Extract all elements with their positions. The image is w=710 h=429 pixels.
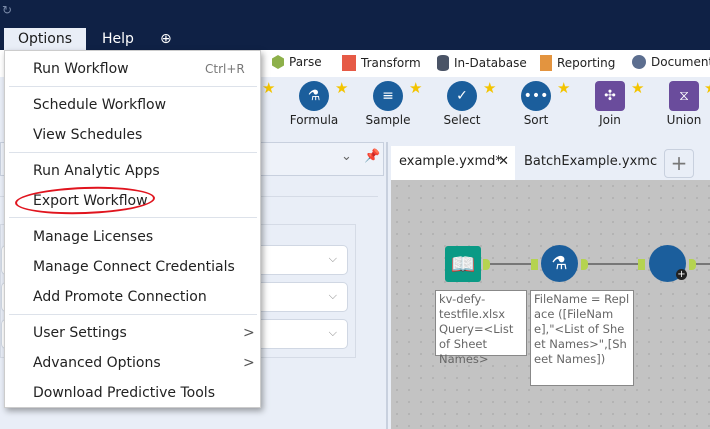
menu-item-label: Manage Licenses (33, 229, 154, 245)
tool-label: Sort (523, 113, 549, 127)
globe-icon[interactable]: ⊕ (146, 28, 186, 50)
category-label: Reporting (557, 56, 616, 70)
tab-label: example.yxmd* (399, 154, 502, 169)
tool-label: Sample (365, 113, 411, 127)
menu-item-label: Add Promote Connection (33, 289, 207, 305)
input-anchor[interactable] (638, 259, 645, 270)
menu-item-label: Download Predictive Tools (33, 385, 215, 401)
tab-batchexample[interactable]: BatchExample.yxmc✕ (516, 146, 658, 201)
star-icon: ★ (557, 79, 571, 97)
chevron-down-icon: ⌵ (328, 326, 337, 339)
menu-item-download-predictive-tools[interactable]: Download Predictive Tools (33, 385, 215, 401)
divider (9, 152, 257, 153)
output-anchor[interactable] (483, 259, 490, 270)
menu-help[interactable]: Help (88, 28, 148, 50)
parse-icon (272, 55, 284, 69)
menu-item-manage-connect-credentials[interactable]: Manage Connect Credentials (33, 259, 235, 275)
connection (588, 263, 638, 265)
menu-item-run-workflow[interactable]: Run Workflow Ctrl+R (33, 61, 245, 77)
divider (9, 86, 257, 87)
connection (490, 263, 531, 265)
menu-item-advanced-options[interactable]: Advanced Options > (33, 355, 255, 371)
menu-item-user-settings[interactable]: User Settings > (33, 325, 255, 341)
divider (9, 217, 257, 218)
formula-annotation: FileName = Replace ([FileName],"<List of… (530, 290, 634, 386)
sort-icon: ••• (521, 81, 551, 111)
menu-item-label: Run Workflow (33, 61, 129, 77)
menu-item-manage-licenses[interactable]: Manage Licenses (33, 229, 153, 245)
tool-label: Select (443, 113, 481, 127)
chevron-down-icon[interactable]: ⌄ (341, 149, 352, 164)
input-data-tool[interactable]: 📖 (445, 246, 481, 282)
star-icon: ★ (335, 79, 349, 97)
connection (696, 263, 710, 265)
tool-union[interactable]: ⧖ Union (654, 81, 710, 127)
star-icon: ★ (262, 79, 276, 97)
star-icon: ★ (631, 79, 645, 97)
star-icon: ★ (483, 79, 497, 97)
star-icon: ★ (409, 79, 423, 97)
transform-icon (342, 55, 356, 71)
menu-label: Options (18, 31, 73, 47)
tab-label: BatchExample.yxmc (524, 154, 658, 169)
input-anchor[interactable] (531, 259, 538, 270)
reporting-icon (540, 55, 552, 71)
menu-item-add-promote-connection[interactable]: Add Promote Connection (33, 289, 207, 305)
category-transform[interactable]: Transform (342, 55, 421, 71)
menu-item-schedule-workflow[interactable]: Schedule Workflow (33, 97, 166, 113)
menu-item-run-analytic-apps[interactable]: Run Analytic Apps (33, 163, 160, 179)
input-annotation: kv-defy-testfile.xlsx Query=<List of She… (435, 290, 527, 366)
menu-item-label: User Settings (33, 325, 127, 341)
tool-label: Union (666, 113, 702, 127)
submenu-arrow-icon: > (243, 355, 255, 371)
pin-icon[interactable]: 📌 (364, 149, 380, 164)
category-documentation[interactable]: Documenta (632, 55, 710, 69)
sample-icon: ≡ (373, 81, 403, 111)
documentation-icon (632, 55, 646, 69)
select-icon: ✓ (447, 81, 477, 111)
formula-tool[interactable]: ⚗ (541, 245, 578, 282)
category-label: In-Database (454, 56, 527, 70)
menu-label: Help (102, 31, 134, 47)
divider (9, 314, 257, 315)
close-icon[interactable]: ✕ (498, 146, 509, 178)
title-bar: ↻ (0, 0, 710, 28)
category-label: Transform (361, 56, 421, 70)
shortcut-label: Ctrl+R (205, 62, 245, 76)
menu-item-label: Schedule Workflow (33, 97, 167, 113)
workflow-canvas[interactable]: 📖 ⚗ + kv-defy-testfile.xlsx Query=<List … (391, 180, 710, 429)
category-label: Documenta (651, 55, 710, 69)
options-dropdown-menu: Run Workflow Ctrl+R Schedule Workflow Vie… (4, 50, 261, 408)
menu-item-view-schedules[interactable]: View Schedules (33, 127, 142, 143)
star-icon: ★ (704, 79, 710, 97)
tool-label: Join (599, 113, 621, 127)
tool-label: Formula (289, 113, 339, 127)
tab-example[interactable]: example.yxmd* ✕ (391, 146, 515, 180)
output-anchor[interactable] (581, 259, 588, 270)
chevron-down-icon: ⌵ (328, 252, 337, 265)
add-tab-button[interactable]: + (664, 149, 694, 178)
category-in-database[interactable]: In-Database (437, 55, 527, 71)
category-label: Parse (289, 55, 322, 69)
menu-item-label: Advanced Options (33, 355, 161, 371)
menu-item-label: View Schedules (33, 127, 143, 143)
menu-bar: Options Help ⊕ (0, 28, 710, 52)
menu-item-label: Run Analytic Apps (33, 163, 160, 179)
refresh-icon[interactable]: ↻ (2, 3, 12, 17)
category-parse[interactable]: Parse (272, 55, 322, 69)
menu-options[interactable]: Options (4, 28, 87, 52)
join-icon: ✣ (595, 81, 625, 111)
output-anchor[interactable] (689, 259, 696, 270)
chevron-down-icon: ⌵ (328, 289, 337, 302)
submenu-arrow-icon: > (243, 325, 255, 341)
category-reporting[interactable]: Reporting (540, 55, 615, 71)
workflow-tabs: example.yxmd*✕ BatchExample.yxmc✕ + (390, 144, 710, 201)
database-icon (437, 55, 449, 71)
menu-item-label: Manage Connect Credentials (33, 259, 235, 275)
formula-icon: ⚗ (299, 81, 329, 111)
union-icon: ⧖ (669, 81, 699, 111)
add-icon[interactable]: + (676, 269, 687, 280)
red-circle-annotation (14, 184, 156, 217)
